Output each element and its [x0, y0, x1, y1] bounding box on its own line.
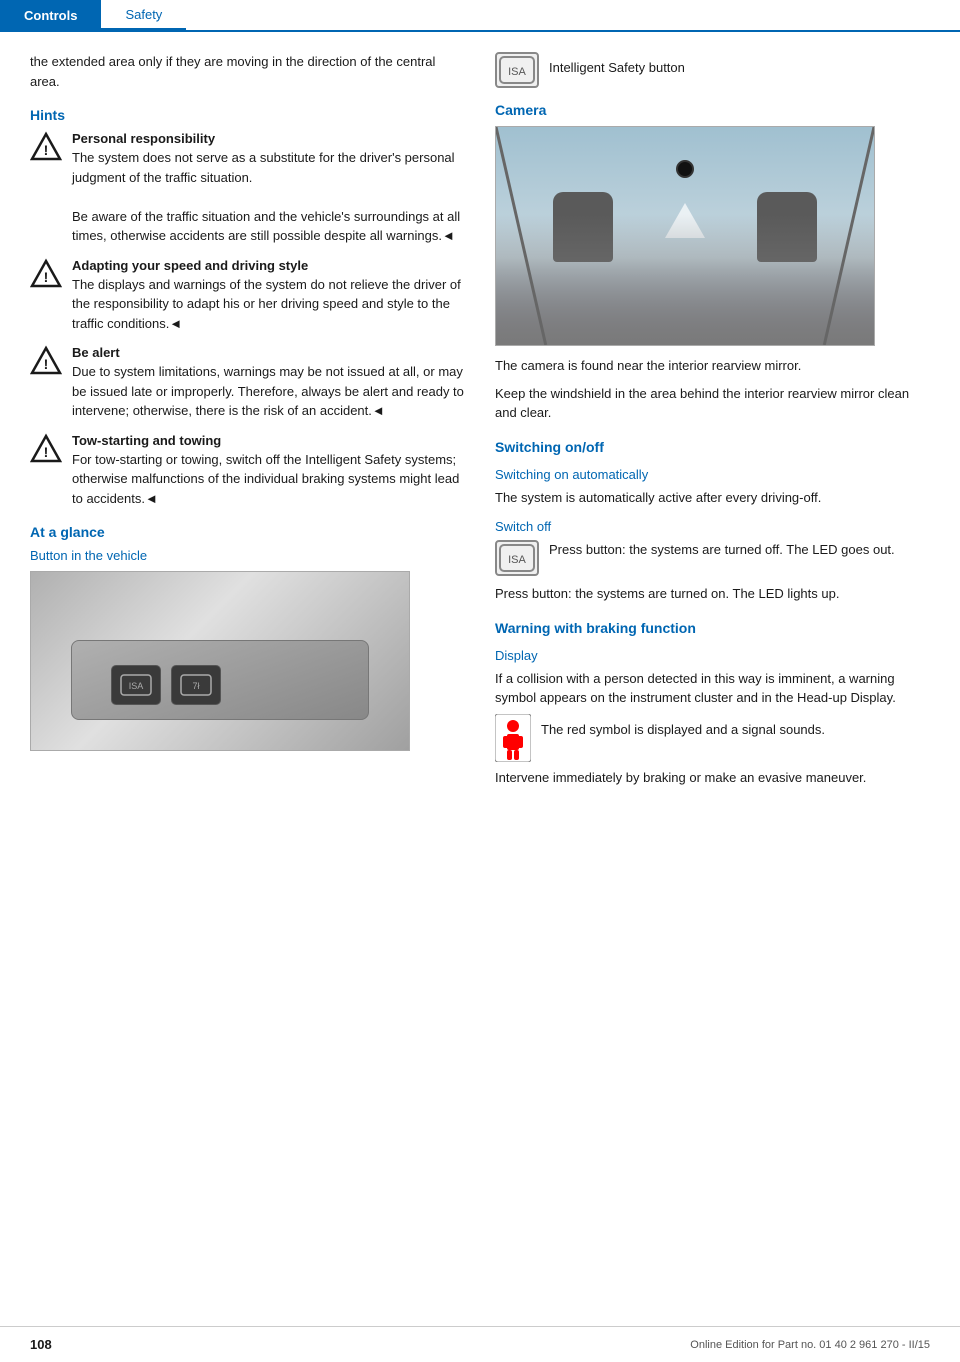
footer: 108 Online Edition for Part no. 01 40 2 … — [0, 1326, 960, 1362]
intelligent-safety-icon: ISA — [499, 56, 535, 84]
page-number: 108 — [30, 1337, 52, 1352]
warning-driving-title: Adapting your speed and driving style — [72, 258, 465, 273]
footer-text: Online Edition for Part no. 01 40 2 961 … — [690, 1339, 930, 1351]
warning-alert-content: Be alert Due to system limitations, warn… — [72, 345, 465, 421]
intro-text: the extended area only if they are movin… — [30, 52, 465, 91]
warning-triangle-icon-4: ! — [30, 433, 62, 465]
red-symbol-text: The red symbol is displayed and a signal… — [541, 716, 825, 740]
camera-image — [495, 126, 875, 346]
intervene-text: Intervene immediately by braking or make… — [495, 768, 930, 788]
switch-off-text-block: Press button: the systems are turned off… — [549, 540, 895, 560]
warning-personal-responsibility: ! Personal responsibility The system doe… — [30, 131, 465, 246]
svg-text:ISA: ISA — [129, 681, 144, 691]
svg-text:7ł: 7ł — [192, 681, 199, 691]
switch-off-text1: Press button: the systems are turned off… — [549, 540, 895, 560]
header-tabs: Controls Safety — [0, 0, 960, 32]
at-a-glance-heading: At a glance — [30, 524, 465, 540]
camera-text2: Keep the windshield in the area behind t… — [495, 384, 930, 423]
warning-driving-content: Adapting your speed and driving style Th… — [72, 258, 465, 334]
person-warning-icon-box — [495, 716, 531, 760]
warning-braking-heading: Warning with braking function — [495, 620, 930, 636]
switch-off-icon: ISA — [499, 544, 535, 572]
warning-triangle-icon-1: ! — [30, 131, 62, 163]
display-text: If a collision with a person detected in… — [495, 669, 930, 708]
switch-off-subheading: Switch off — [495, 519, 930, 534]
red-symbol-row: The red symbol is displayed and a signal… — [495, 716, 930, 760]
svg-text:ISA: ISA — [508, 554, 526, 566]
warning-alert-text: Due to system limitations, warnings may … — [72, 362, 465, 421]
tab-safety[interactable]: Safety — [101, 0, 186, 30]
warning-personal-content: Personal responsibility The system does … — [72, 131, 465, 246]
svg-text:ISA: ISA — [508, 66, 526, 78]
warning-towing-text: For tow-starting or towing, switch off t… — [72, 450, 465, 509]
switch-off-row: ISA Press button: the systems are turned… — [495, 540, 930, 576]
tab-controls[interactable]: Controls — [0, 0, 101, 30]
warning-personal-text: The system does not serve as a substi­tu… — [72, 148, 465, 246]
svg-text:!: ! — [44, 269, 49, 285]
intelligent-safety-icon-box: ISA — [495, 52, 539, 88]
warning-triangle-icon-2: ! — [30, 258, 62, 290]
display-subheading: Display — [495, 648, 930, 663]
hints-heading: Hints — [30, 107, 465, 123]
switching-auto-subheading: Switching on automatically — [495, 467, 930, 482]
warning-alert: ! Be alert Due to system limitations, wa… — [30, 345, 465, 421]
svg-text:!: ! — [44, 142, 49, 158]
svg-text:!: ! — [44, 356, 49, 372]
warning-towing-title: Tow-starting and towing — [72, 433, 465, 448]
warning-personal-title: Personal responsibility — [72, 131, 465, 146]
warning-towing-content: Tow-starting and towing For tow-starting… — [72, 433, 465, 509]
left-column: the extended area only if they are movin… — [30, 52, 465, 795]
intelligent-safety-row: ISA Intelligent Safety button — [495, 52, 930, 88]
warning-driving-style: ! Adapting your speed and driving style … — [30, 258, 465, 334]
warning-triangle-icon-3: ! — [30, 345, 62, 377]
button-in-vehicle-heading: Button in the vehicle — [30, 548, 465, 563]
camera-heading: Camera — [495, 102, 930, 118]
isafety-btn-icon-2: 7ł — [180, 674, 212, 696]
main-content: the extended area only if they are movin… — [0, 32, 960, 815]
warning-alert-title: Be alert — [72, 345, 465, 360]
camera-text1: The camera is found near the interior re… — [495, 356, 930, 376]
intelligent-safety-label: Intelligent Safety button — [549, 52, 685, 78]
switching-auto-text: The system is automatically active after… — [495, 488, 930, 508]
right-column: ISA Intelligent Safety button Camera Th — [495, 52, 930, 795]
person-warning-icon — [495, 714, 531, 762]
warning-towing: ! Tow-starting and towing For tow-starti… — [30, 433, 465, 509]
windshield-frame — [496, 127, 874, 345]
isafety-btn-icon-1: ISA — [120, 674, 152, 696]
switch-off-text2: Press button: the systems are turned on.… — [495, 584, 930, 604]
switching-heading: Switching on/off — [495, 439, 930, 455]
vehicle-button-image: ISA 7ł — [30, 571, 410, 751]
switch-off-icon-box: ISA — [495, 540, 539, 576]
warning-driving-text: The displays and warnings of the system … — [72, 275, 465, 334]
svg-text:!: ! — [44, 444, 49, 460]
